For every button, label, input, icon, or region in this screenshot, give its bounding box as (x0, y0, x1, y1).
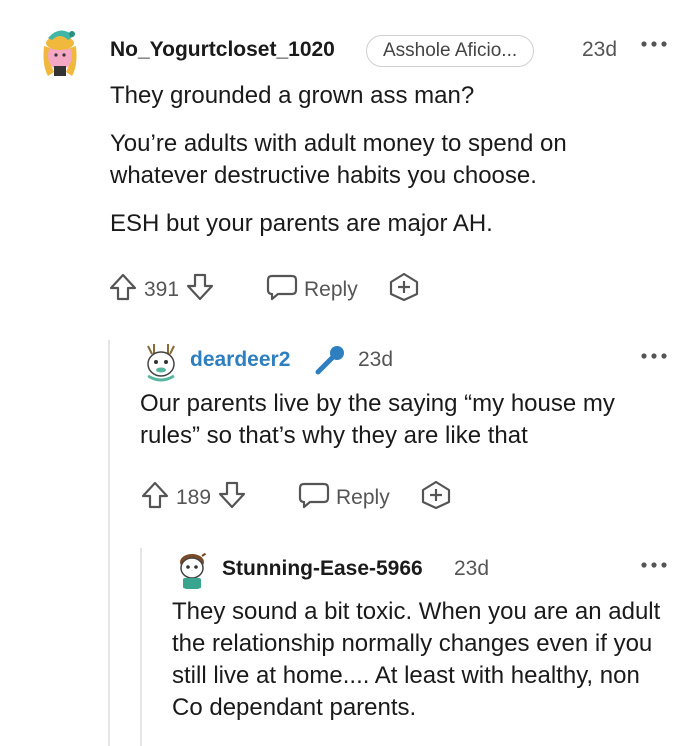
reply-label: Reply (336, 486, 390, 509)
upvote-arrow-icon[interactable] (140, 480, 170, 516)
award-plus-icon[interactable] (388, 272, 420, 307)
more-options-icon[interactable] (640, 346, 668, 372)
comment-body: They sound a bit toxic. When you are an … (172, 596, 672, 740)
thread-line[interactable] (108, 340, 110, 746)
more-options-icon[interactable] (640, 555, 668, 581)
microphone-icon (312, 342, 348, 383)
comment-paragraph: They sound a bit toxic. When you are an … (172, 598, 661, 721)
vote-count: 391 (144, 278, 180, 301)
avatar[interactable] (140, 340, 182, 382)
comment-body: Our parents live by the saying “my house… (140, 388, 640, 468)
vote-controls: 391 (108, 272, 215, 308)
comment-paragraph: Our parents live by the saying “my house… (140, 390, 615, 449)
more-options-icon[interactable] (640, 34, 668, 60)
award-plus-icon[interactable] (420, 480, 452, 515)
vote-count: 189 (176, 486, 212, 509)
thread-line[interactable] (140, 548, 142, 746)
username[interactable]: deardeer2 (190, 348, 290, 372)
comment-body: They grounded a grown ass man? You’re ad… (110, 80, 650, 256)
comment-paragraph: You’re adults with adult money to spend … (110, 130, 567, 189)
user-flair: Asshole Aficio... (366, 35, 535, 67)
downvote-arrow-icon[interactable] (185, 272, 215, 308)
avatar[interactable] (172, 548, 212, 590)
reply-button[interactable]: Reply (266, 272, 358, 308)
speech-bubble-icon (266, 272, 298, 308)
username[interactable]: No_Yogurtcloset_1020 (110, 38, 335, 62)
upvote-arrow-icon[interactable] (108, 272, 138, 308)
speech-bubble-icon (298, 480, 330, 516)
timestamp: 23d (358, 348, 394, 371)
reply-button[interactable]: Reply (298, 480, 390, 516)
downvote-arrow-icon[interactable] (217, 480, 247, 516)
username[interactable]: Stunning-Ease-5966 (222, 557, 423, 581)
timestamp: 23d (454, 557, 490, 580)
avatar[interactable] (34, 26, 86, 80)
comment-paragraph: They grounded a grown ass man? (110, 82, 475, 109)
timestamp: 23d (582, 38, 618, 61)
comment-paragraph: ESH but your parents are major AH. (110, 210, 493, 237)
reply-label: Reply (304, 278, 358, 301)
vote-controls: 189 (140, 480, 247, 516)
